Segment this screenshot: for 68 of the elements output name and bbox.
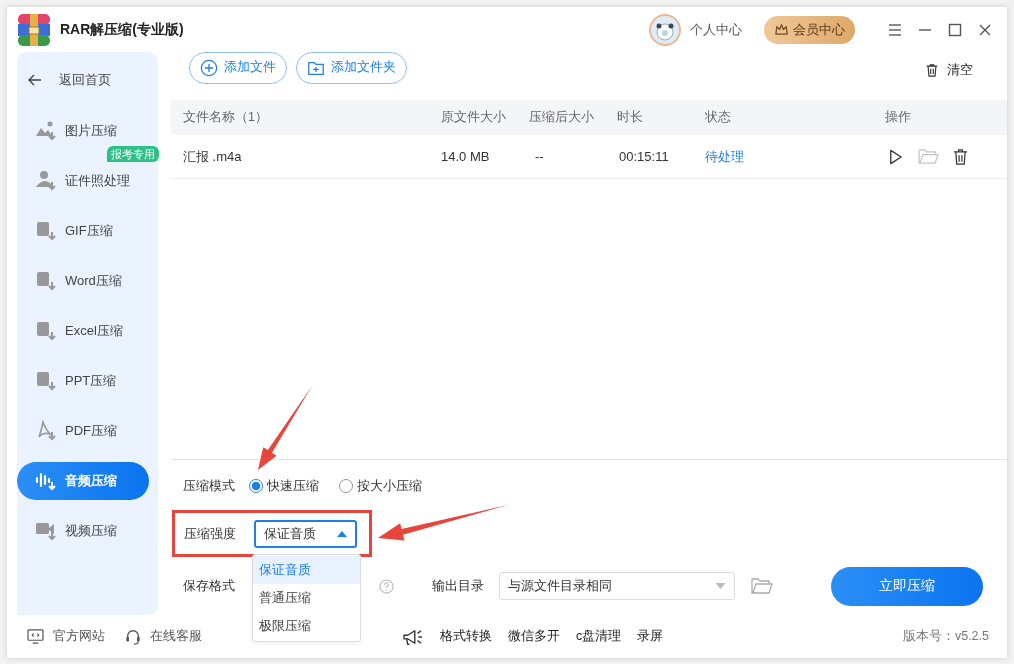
sidebar-item[interactable]: GIF压缩 bbox=[17, 212, 149, 250]
status-text: 待处理 bbox=[705, 147, 745, 166]
tool-link[interactable]: 格式转换 bbox=[440, 628, 492, 645]
table-cell-text: 00:15:11 bbox=[618, 149, 670, 164]
sidebar-item[interactable]: Excel压缩 bbox=[17, 312, 149, 350]
megaphone-icon bbox=[402, 627, 424, 646]
pdf-icon bbox=[35, 420, 57, 442]
plus-circle-icon bbox=[200, 58, 218, 77]
person-icon bbox=[35, 170, 57, 192]
column-header: 时长 bbox=[617, 109, 644, 126]
table-cell-text: -- bbox=[534, 149, 545, 164]
column-header: 状态 bbox=[705, 109, 732, 126]
add-folder-button[interactable]: 添加文件夹 bbox=[296, 51, 407, 84]
window-title: RAR解压缩(专业版) bbox=[60, 20, 184, 39]
user-center-link[interactable]: 个人中心 bbox=[690, 20, 742, 39]
badge: 报考专用 bbox=[107, 146, 159, 162]
caret-icon bbox=[337, 530, 347, 537]
tool-link[interactable]: 录屏 bbox=[637, 628, 664, 645]
caret-icon bbox=[715, 583, 726, 590]
tool-link[interactable]: 微信多开 bbox=[508, 628, 560, 645]
dropdown-option[interactable]: 保证音质 bbox=[253, 555, 360, 584]
output-dir-dropdown[interactable]: 与源文件目录相同 bbox=[499, 572, 735, 601]
format-label: 保存格式 bbox=[183, 577, 235, 596]
dropdown-option[interactable]: 普通压缩 bbox=[253, 583, 360, 612]
column-header: 文件名称（1） bbox=[182, 109, 269, 126]
tool-link[interactable]: c盘清理 bbox=[576, 628, 622, 645]
support-link[interactable]: 在线客服 bbox=[125, 628, 202, 645]
compress-now-button[interactable]: 立即压缩 bbox=[831, 566, 983, 606]
mode-label: 压缩模式 bbox=[183, 476, 235, 495]
headset-icon bbox=[125, 628, 141, 645]
radio-option[interactable]: 按大小压缩 bbox=[339, 476, 422, 495]
maximize-icon[interactable] bbox=[947, 21, 963, 38]
column-header: 压缩后大小 bbox=[529, 109, 595, 126]
play-icon[interactable] bbox=[887, 147, 904, 166]
strength-dropdown[interactable]: 保证音质 bbox=[254, 519, 357, 548]
column-header: 原文件大小 bbox=[441, 109, 507, 126]
add-file-button[interactable]: 添加文件 bbox=[189, 51, 287, 84]
trash-icon bbox=[925, 62, 939, 78]
radio-option[interactable]: 快速压缩 bbox=[249, 476, 319, 495]
back-arrow-icon bbox=[27, 72, 43, 88]
sidebar-item[interactable]: 音频压缩 bbox=[17, 462, 149, 500]
sound-wave-icon bbox=[35, 470, 57, 492]
sidebar-item[interactable]: PPT压缩 bbox=[17, 362, 149, 400]
back-home-link[interactable]: 返回首页 bbox=[17, 62, 158, 98]
table-cell-text: 14.0 MB bbox=[441, 149, 491, 164]
document-icon bbox=[35, 270, 57, 292]
document-icon bbox=[35, 220, 57, 242]
archive-logo-icon bbox=[18, 13, 50, 46]
table-cell-text: 汇报 .m4a bbox=[182, 147, 243, 166]
sidebar-item[interactable]: 证件照处理 bbox=[17, 162, 149, 200]
image-icon bbox=[35, 120, 57, 142]
crown-icon bbox=[774, 22, 789, 37]
sidebar-item[interactable]: Word压缩 bbox=[17, 262, 149, 300]
column-header: 操作 bbox=[885, 109, 912, 126]
website-link[interactable]: 官方网站 bbox=[27, 628, 105, 645]
delete-icon[interactable] bbox=[953, 147, 968, 166]
clear-button[interactable]: 清空 bbox=[919, 60, 979, 80]
sidebar-item[interactable]: PDF压缩 bbox=[17, 412, 149, 450]
vip-center-button[interactable]: 会员中心 bbox=[764, 15, 855, 44]
dropdown-option[interactable]: 极限压缩 bbox=[253, 611, 360, 640]
avatar-icon[interactable] bbox=[648, 12, 682, 47]
video-camera-icon bbox=[35, 520, 57, 542]
sidebar-item[interactable]: 视频压缩 bbox=[17, 512, 149, 550]
monitor-icon bbox=[27, 629, 44, 644]
version-text: 版本号：v5.2.5 bbox=[902, 628, 989, 645]
strength-label: 压缩强度 bbox=[184, 524, 236, 543]
output-label: 输出目录 bbox=[432, 577, 484, 596]
menu-icon[interactable] bbox=[887, 21, 903, 38]
